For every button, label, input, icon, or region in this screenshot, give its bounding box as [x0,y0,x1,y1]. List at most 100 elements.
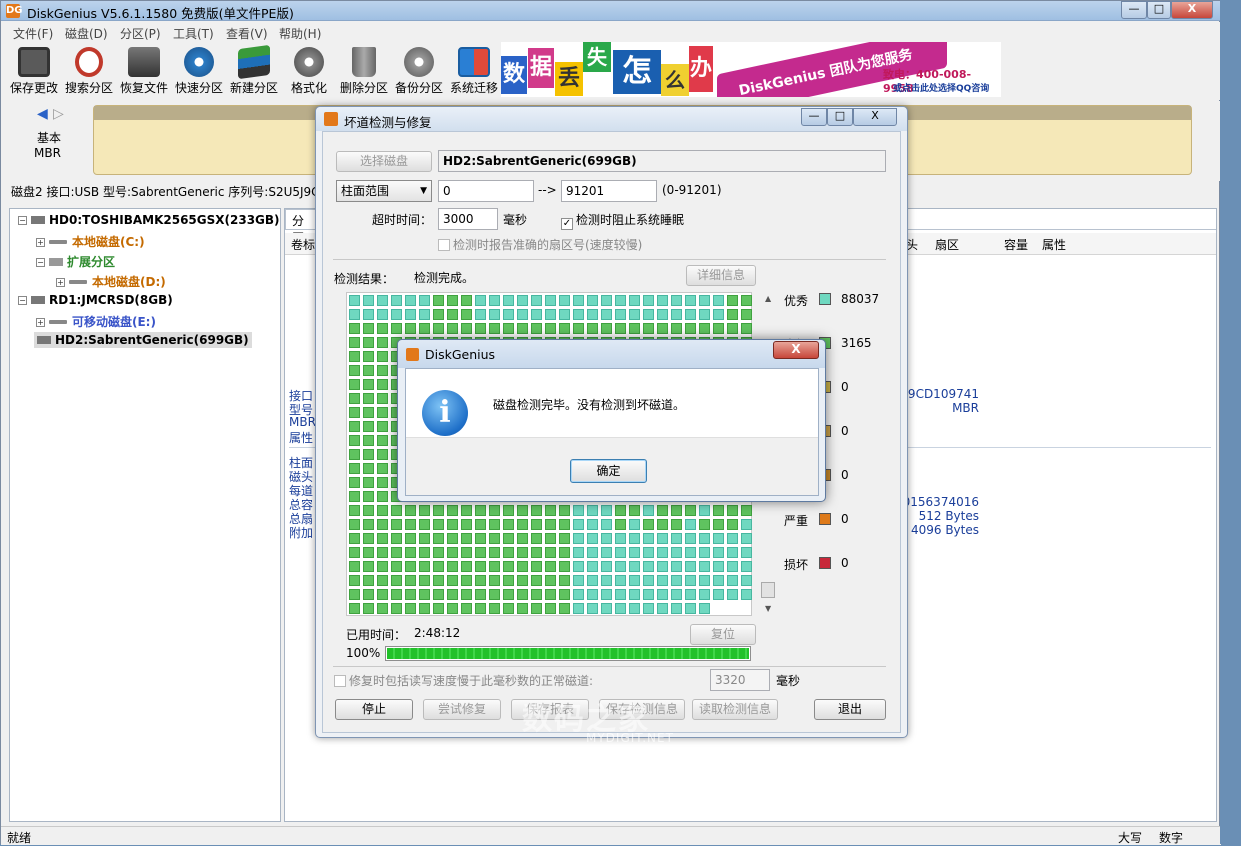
track-cell [587,309,598,320]
search-partition-button[interactable]: 搜索分区 [61,45,117,99]
tree-item-hd2[interactable]: HD2:SabrentGeneric(699GB) [34,332,252,348]
prev-disk-arrow[interactable]: ◀ [37,106,48,122]
range-end-input[interactable]: 91201 [561,180,657,202]
message-box-close-button[interactable]: X [773,341,819,359]
track-cell [517,505,528,516]
reset-button[interactable]: 复位 [690,624,756,645]
collapse-icon[interactable]: − [36,258,45,267]
close-button[interactable]: X [1171,1,1213,19]
dialog-minimize-button[interactable]: — [801,108,827,126]
track-cell [601,547,612,558]
col-attributes[interactable]: 属性 [1042,236,1066,253]
format-button[interactable]: 格式化 [281,45,337,99]
scroll-up-icon[interactable]: ▲ [765,294,771,303]
track-cell [447,309,458,320]
track-cell [503,575,514,586]
system-migration-button[interactable]: 系统迁移 [446,45,502,99]
tree-item-d[interactable]: + 本地磁盘(D:) [56,273,166,290]
track-cell [461,309,472,320]
track-cell [629,505,640,516]
exit-button[interactable]: 退出 [814,699,886,720]
track-cell [349,351,360,362]
save-icon [18,47,50,77]
dialog-divider [333,666,886,667]
track-cell [363,421,374,432]
scroll-down-icon[interactable]: ▼ [765,604,771,613]
recover-files-button[interactable]: 恢复文件 [116,45,172,99]
track-cell [643,533,654,544]
report-sector-checkbox[interactable]: 检测时报告准确的扇区号(速度较慢) [438,236,642,253]
timeout-label: 超时时间： [372,213,433,227]
expand-icon[interactable]: + [36,238,45,247]
load-info-button[interactable]: 读取检测信息 [692,699,778,720]
menu-tools[interactable]: 工具(T) [173,25,214,42]
track-cell [615,323,626,334]
menu-help[interactable]: 帮助(H) [279,25,321,42]
backup-partition-button[interactable]: 备份分区 [391,45,447,99]
dialog-maximize-button[interactable]: □ [827,108,853,126]
track-cell [405,309,416,320]
track-cell [447,575,458,586]
track-cell [349,575,360,586]
track-cell [349,365,360,376]
title-bar: DG DiskGenius V5.6.1.1580 免费版(单文件PE版) — … [1,1,1221,21]
new-partition-button[interactable]: 新建分区 [226,44,282,99]
track-cell [349,309,360,320]
tree-item-c[interactable]: + 本地磁盘(C:) [36,233,145,250]
menu-file[interactable]: 文件(F) [13,25,53,42]
tree-item-rd1[interactable]: − RD1:JMCRSD(8GB) [18,293,173,307]
save-changes-button[interactable]: 保存更改 [6,45,62,99]
track-cell [573,533,584,544]
menu-view[interactable]: 查看(V) [226,25,268,42]
maximize-button[interactable]: □ [1147,1,1171,19]
window-title: DiskGenius V5.6.1.1580 免费版(单文件PE版) [27,6,294,21]
tree-item-hd0[interactable]: − HD0:TOSHIBAMK2565GSX(233GB) [18,213,280,227]
repair-ms-input[interactable]: 3320 [710,669,770,691]
track-cell [559,533,570,544]
select-disk-button[interactable]: 选择磁盘 [336,151,432,172]
dialog-close-button[interactable]: X [853,108,897,126]
track-cell [475,323,486,334]
minimize-button[interactable]: — [1121,1,1147,19]
range-start-input[interactable]: 0 [438,180,534,202]
stop-button[interactable]: 停止 [335,699,413,720]
repair-option-checkbox[interactable]: 修复时包括读写速度慢于此毫秒数的正常磁道: [334,672,593,689]
collapse-icon[interactable]: − [18,216,27,225]
col-volume-label[interactable]: 卷标 [291,236,315,253]
expand-icon[interactable]: + [36,318,45,327]
delete-icon [352,47,376,77]
track-cell [587,603,598,614]
expand-icon[interactable]: + [56,278,65,287]
ok-button[interactable]: 确定 [570,459,647,483]
menu-partition[interactable]: 分区(P) [120,25,161,42]
disk-type-label: 基本 [37,131,62,145]
scroll-thumb[interactable] [761,582,775,598]
next-disk-arrow[interactable]: ▷ [53,106,64,122]
ad-banner[interactable]: 数 据 丢 失 怎 么 办 DiskGenius 团队为您服务 致电：400-0… [501,42,1001,97]
track-cell [559,547,570,558]
col-capacity[interactable]: 容量 [1004,236,1028,253]
track-cell [573,575,584,586]
track-cell [699,603,710,614]
track-cell [699,533,710,544]
tree-item-extended[interactable]: − 扩展分区 [36,253,115,270]
detail-info-button[interactable]: 详细信息 [686,265,756,286]
range-mode-select[interactable]: 柱面范围 ▼ [336,180,432,202]
tree-item-e[interactable]: + 可移动磁盘(E:) [36,313,156,330]
prevent-sleep-checkbox[interactable]: ✓ 检测时阻止系统睡眠 [561,211,684,230]
col-sector[interactable]: 扇区 [935,236,959,253]
timeout-input[interactable]: 3000 [438,208,498,230]
delete-partition-button[interactable]: 删除分区 [336,45,392,99]
track-cell [349,491,360,502]
track-cell [601,323,612,334]
tree-item-label: RD1:JMCRSD(8GB) [49,293,173,307]
quick-partition-button[interactable]: 快速分区 [171,45,227,99]
track-cell [671,323,682,334]
message-box-content: i 磁盘检测完毕。没有检测到坏磁道。 确定 [405,368,819,496]
track-cell [615,309,626,320]
track-cell [419,295,430,306]
menu-disk[interactable]: 磁盘(D) [65,25,108,42]
track-cell [433,505,444,516]
collapse-icon[interactable]: − [18,296,27,305]
try-repair-button[interactable]: 尝试修复 [423,699,501,720]
